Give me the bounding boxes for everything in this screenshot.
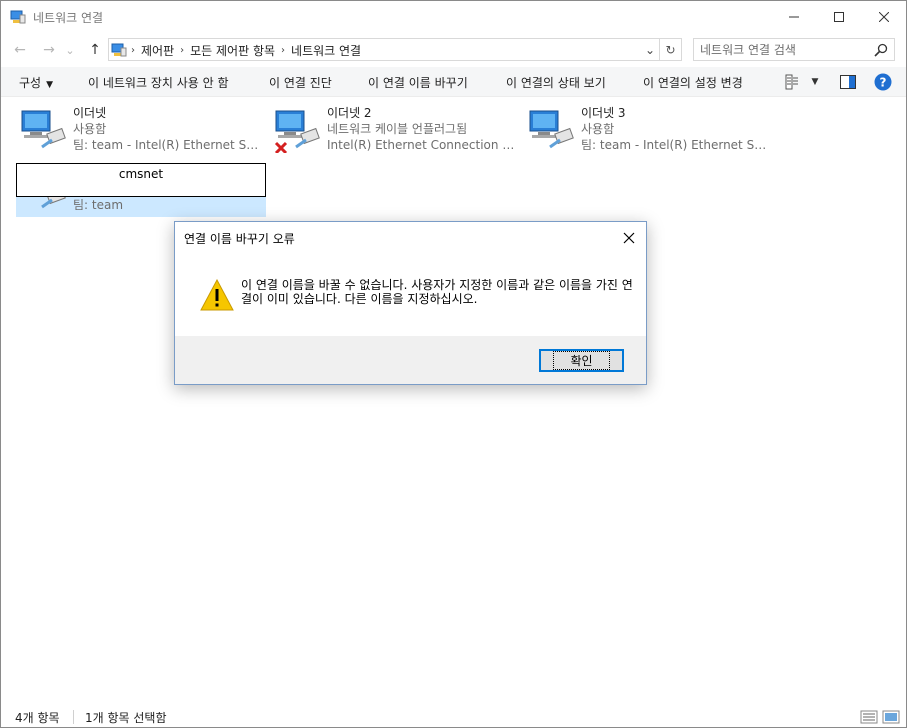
up-arrow-icon: ↑ bbox=[89, 42, 101, 58]
connection-status: 사용함 bbox=[581, 122, 615, 136]
dialog-message: 이 연결 이름을 바꿀 수 없습니다. 사용자가 지정한 이름과 같은 이름을 … bbox=[241, 278, 633, 306]
search-icon bbox=[874, 43, 888, 57]
back-arrow-icon: ← bbox=[14, 42, 26, 58]
maximize-icon bbox=[834, 12, 844, 22]
breadcrumb-separator[interactable]: › bbox=[281, 45, 285, 56]
svg-text:?: ? bbox=[880, 76, 887, 90]
change-view-button[interactable] bbox=[783, 72, 803, 92]
view-options-icon bbox=[785, 74, 798, 90]
dialog-footer: 확인 bbox=[175, 336, 646, 384]
connection-device: 팀: team - Intel(R) Ethernet Serve... bbox=[581, 138, 771, 152]
view-status-button[interactable]: 이 연결의 상태 보기 bbox=[506, 74, 606, 91]
close-icon bbox=[879, 12, 889, 22]
chevron-down-icon: ⌄ bbox=[644, 43, 656, 57]
search-input[interactable] bbox=[700, 42, 870, 58]
network-item-ethernet[interactable]: 이더넷 사용함 팀: team - Intel(R) Ethernet Serv… bbox=[16, 103, 266, 157]
help-icon: ? bbox=[874, 73, 892, 91]
dialog-close-button[interactable] bbox=[616, 225, 642, 251]
connection-name: 이더넷 bbox=[73, 106, 107, 120]
caret-down-icon: ▼ bbox=[46, 80, 54, 90]
connection-device: Intel(R) Ethernet Connection (2) I... bbox=[327, 138, 517, 152]
rename-button[interactable]: 이 연결 이름 바꾸기 bbox=[368, 74, 468, 91]
network-item-ethernet-2[interactable]: 이더넷 2 네트워크 케이블 언플러그됨 Intel(R) Ethernet C… bbox=[270, 103, 520, 157]
connection-status: 사용함 bbox=[73, 122, 107, 136]
rename-error-dialog: 연결 이름 바꾸기 오류 이 연결 이름을 바꿀 수 없습니다. 사용자가 지정… bbox=[174, 221, 647, 385]
up-button[interactable]: ↑ bbox=[85, 39, 105, 61]
details-view-icon[interactable] bbox=[860, 709, 878, 725]
network-adapter-icon bbox=[529, 110, 574, 149]
disable-device-button[interactable]: 이 네트워크 장치 사용 안 함 bbox=[88, 74, 229, 91]
warning-icon bbox=[200, 279, 234, 311]
chevron-down-icon: ⌄ bbox=[65, 43, 75, 57]
breadcrumb-all-control-panel-items[interactable]: 모든 제어판 항목 bbox=[190, 42, 275, 59]
network-adapter-icon bbox=[21, 110, 66, 149]
status-divider bbox=[73, 710, 74, 724]
network-item-ethernet-3[interactable]: 이더넷 3 사용함 팀: team - Intel(R) Ethernet Se… bbox=[524, 103, 774, 157]
item-count: 4개 항목 bbox=[15, 711, 60, 725]
connection-device: 팀: team - Intel(R) Ethernet Serve... bbox=[73, 138, 263, 152]
network-connections-icon bbox=[10, 10, 26, 24]
connection-status: 네트워크 케이블 언플러그됨 bbox=[327, 122, 468, 136]
dialog-title: 연결 이름 바꾸기 오류 bbox=[184, 232, 295, 246]
breadcrumb-network-connections[interactable]: 네트워크 연결 bbox=[291, 42, 361, 59]
forward-arrow-icon: → bbox=[43, 42, 55, 58]
preview-pane-button[interactable] bbox=[838, 72, 858, 92]
minimize-icon bbox=[789, 16, 799, 18]
minimize-button[interactable] bbox=[771, 1, 817, 33]
title-bar: 네트워크 연결 bbox=[1, 1, 906, 33]
back-button[interactable]: ← bbox=[10, 39, 30, 61]
change-settings-button[interactable]: 이 연결의 설정 변경 bbox=[643, 74, 743, 91]
recent-locations-button[interactable]: ⌄ bbox=[63, 39, 77, 61]
diagnose-button[interactable]: 이 연결 진단 bbox=[269, 74, 332, 91]
connection-name: 이더넷 3 bbox=[581, 106, 626, 120]
breadcrumb: › 제어판 › 모든 제어판 항목 › 네트워크 연결 bbox=[131, 42, 361, 59]
help-button[interactable]: ? bbox=[873, 72, 893, 92]
search-box[interactable] bbox=[693, 38, 895, 61]
organize-menu[interactable]: 구성 ▼ bbox=[19, 74, 53, 91]
caret-down-icon: ▼ bbox=[811, 77, 819, 87]
close-icon bbox=[623, 232, 635, 244]
close-button[interactable] bbox=[861, 1, 907, 33]
command-bar: 구성 ▼ 이 네트워크 장치 사용 안 함 이 연결 진단 이 연결 이름 바꾸기… bbox=[1, 67, 906, 97]
address-dropdown-button[interactable]: ⌄ bbox=[643, 42, 657, 58]
large-icons-view-icon[interactable] bbox=[882, 709, 900, 725]
status-bar: 4개 항목 1개 항목 선택함 bbox=[1, 705, 906, 727]
maximize-button[interactable] bbox=[816, 1, 862, 33]
selection-count: 1개 항목 선택함 bbox=[85, 711, 167, 725]
navigation-bar: ← → ⌄ ↑ › 제어판 › 모든 제어판 항목 › 네트워크 연결 ⌄ ↻ bbox=[1, 35, 906, 65]
rename-input[interactable]: cmsnet bbox=[16, 163, 266, 197]
preview-pane-icon bbox=[840, 75, 856, 89]
explorer-window: 네트워크 연결 ← → ⌄ ↑ › 제어판 › 모든 제어판 항목 › 네트워크… bbox=[0, 0, 907, 728]
ok-label: 확인 bbox=[553, 351, 610, 370]
refresh-button[interactable]: ↻ bbox=[660, 38, 682, 61]
refresh-icon: ↻ bbox=[665, 42, 676, 57]
network-adapter-disconnected-icon bbox=[274, 110, 320, 153]
connection-device: 팀: team bbox=[73, 198, 124, 212]
window-title: 네트워크 연결 bbox=[33, 11, 104, 25]
organize-label: 구성 bbox=[19, 76, 42, 90]
address-bar[interactable]: › 제어판 › 모든 제어판 항목 › 네트워크 연결 ⌄ bbox=[108, 38, 660, 61]
view-dropdown-button[interactable]: ▼ bbox=[805, 72, 825, 92]
ok-button[interactable]: 확인 bbox=[539, 349, 624, 372]
forward-button[interactable]: → bbox=[39, 39, 59, 61]
breadcrumb-separator[interactable]: › bbox=[180, 45, 184, 56]
breadcrumb-control-panel[interactable]: 제어판 bbox=[141, 42, 174, 59]
control-panel-icon bbox=[111, 43, 127, 57]
breadcrumb-separator[interactable]: › bbox=[131, 45, 135, 56]
connection-name: 이더넷 2 bbox=[327, 106, 372, 120]
